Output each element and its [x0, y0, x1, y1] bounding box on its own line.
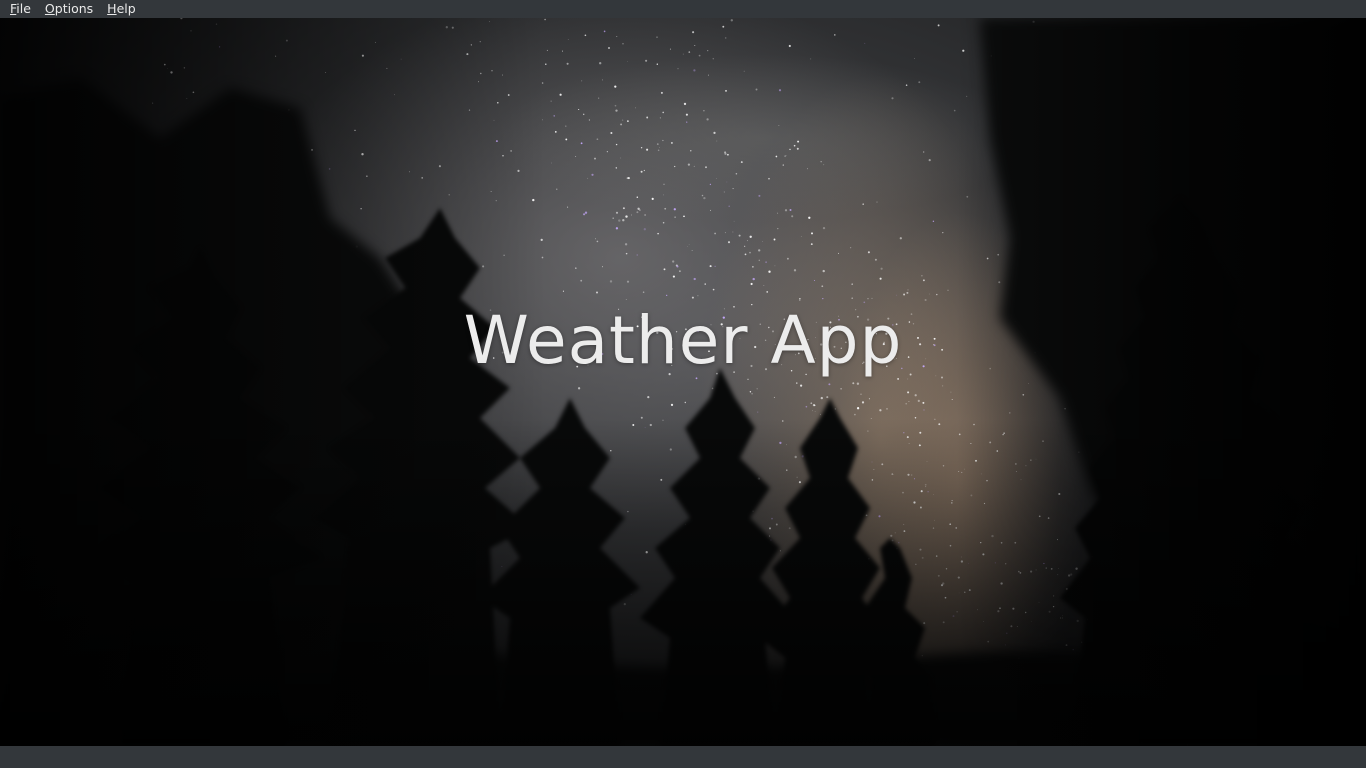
app-title: Weather App: [463, 302, 903, 379]
menu-help[interactable]: Help: [101, 0, 142, 18]
menu-help-label: elp: [116, 1, 136, 16]
app-window: File Options Help Weather App: [0, 0, 1366, 768]
menu-file-label: ile: [16, 1, 31, 16]
status-bar: [0, 746, 1366, 768]
menu-options-label: ptions: [54, 1, 94, 16]
menubar: File Options Help: [0, 0, 1366, 18]
menu-file[interactable]: File: [4, 0, 37, 18]
background-image: [0, 18, 1366, 746]
menu-options-mnemonic: O: [44, 1, 55, 16]
tree-silhouettes: [90, 198, 1366, 746]
menu-help-mnemonic: H: [107, 1, 117, 16]
menu-options[interactable]: Options: [39, 0, 99, 18]
